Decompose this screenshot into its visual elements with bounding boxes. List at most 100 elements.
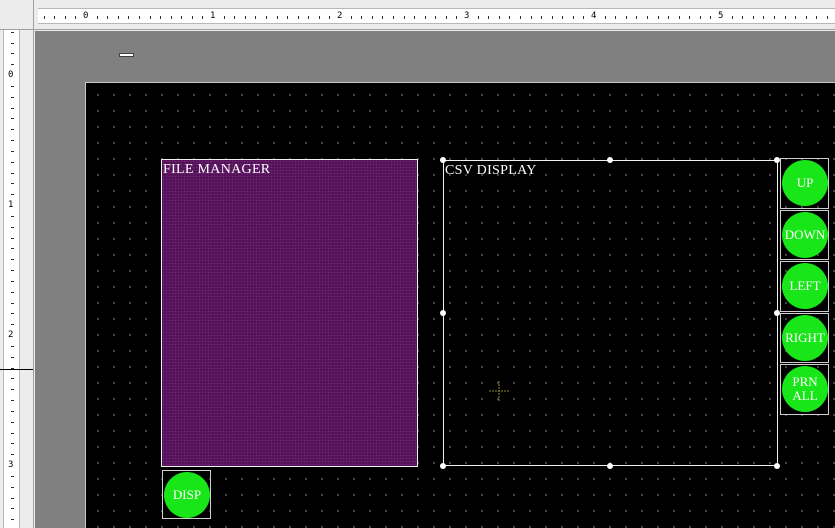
ruler-tick	[11, 410, 14, 412]
resize-handle-sw[interactable]	[440, 463, 446, 469]
down-button[interactable]: DOWN	[782, 212, 828, 258]
ruler-tick	[752, 16, 754, 19]
ruler-tick	[519, 16, 521, 19]
ruler-top-label: 3	[464, 11, 470, 21]
ruler-tick	[138, 16, 140, 19]
ruler-tick	[11, 313, 14, 315]
resize-handle-nw[interactable]	[440, 157, 446, 163]
ruler-tick	[731, 16, 733, 19]
ruler-tick	[498, 16, 500, 19]
ruler-top[interactable]: 0 1 2 3 4 5	[34, 0, 835, 30]
ruler-tick	[11, 454, 14, 456]
ruler-tick	[11, 508, 14, 510]
ruler-tick	[784, 16, 786, 19]
ruler-tick	[11, 42, 14, 44]
ruler-tick	[646, 16, 648, 19]
ruler-tick	[710, 16, 712, 19]
ruler-corner	[0, 0, 34, 30]
ruler-tick	[456, 16, 458, 19]
editor-workspace[interactable]: FILE MANAGER CSV DISPLAY UP DOWN LEFT RI…	[35, 31, 835, 528]
ruler-tick	[318, 16, 320, 19]
screen-canvas[interactable]: FILE MANAGER CSV DISPLAY UP DOWN LEFT RI…	[85, 82, 835, 528]
ruler-left-label: 0	[8, 70, 14, 80]
ruler-tick	[11, 118, 14, 120]
up-button[interactable]: UP	[782, 160, 828, 206]
ruler-tick	[308, 16, 310, 19]
ruler-tick	[107, 16, 109, 19]
resize-handle-se[interactable]	[774, 463, 780, 469]
ruler-tick	[11, 150, 14, 152]
ruler-tick	[657, 16, 659, 19]
ruler-tick	[668, 16, 670, 19]
ruler-tick	[11, 215, 14, 217]
ruler-left-label: 3	[8, 460, 14, 470]
ruler-tick	[11, 259, 14, 261]
ruler-tick	[11, 356, 14, 358]
print-all-button[interactable]: PRN ALL	[782, 366, 828, 412]
ruler-tick	[160, 16, 162, 19]
ruler-tick	[11, 475, 14, 477]
down-button-frame: DOWN	[780, 210, 829, 260]
ruler-tick	[128, 16, 130, 19]
resize-handle-w[interactable]	[440, 310, 446, 316]
left-button-frame: LEFT	[780, 261, 829, 312]
file-manager-panel[interactable]: FILE MANAGER	[161, 159, 418, 467]
ruler-tick	[435, 16, 437, 19]
ruler-tick	[149, 16, 151, 19]
ruler-tick	[509, 16, 511, 19]
minimize-marker-icon	[119, 53, 134, 57]
ruler-tick	[562, 16, 564, 19]
left-button[interactable]: LEFT	[782, 263, 828, 309]
ruler-tick	[11, 161, 14, 163]
ruler-tick	[541, 16, 543, 19]
ruler-top-label: 4	[591, 11, 597, 21]
ruler-tick	[11, 85, 14, 87]
right-button[interactable]: RIGHT	[782, 315, 828, 361]
ruler-tick	[11, 497, 14, 499]
ruler-tick	[382, 16, 384, 19]
ruler-tick	[170, 16, 172, 19]
ruler-tick	[551, 16, 553, 19]
ruler-tick	[11, 226, 14, 228]
ruler-left[interactable]: 0 1 2 3	[0, 30, 34, 528]
ruler-tick	[11, 248, 14, 250]
ruler-cursor-marker	[0, 369, 33, 370]
ruler-tick	[181, 16, 183, 19]
disp-button[interactable]: DISP	[164, 472, 210, 518]
ruler-tick	[604, 16, 606, 19]
disp-button-frame: DISP	[162, 470, 211, 519]
ruler-tick	[255, 16, 257, 19]
ruler-tick	[11, 53, 14, 55]
ruler-tick	[699, 16, 701, 19]
ruler-tick	[636, 16, 638, 19]
resize-handle-s[interactable]	[607, 463, 613, 469]
ruler-tick	[244, 16, 246, 19]
ruler-tick	[276, 16, 278, 19]
ruler-tick	[64, 16, 66, 19]
ruler-tick	[11, 183, 14, 185]
right-button-frame: RIGHT	[780, 313, 829, 363]
ruler-tick	[234, 16, 236, 19]
ruler-tick	[202, 16, 204, 19]
ruler-tick	[403, 16, 405, 19]
ruler-tick	[11, 280, 14, 282]
ruler-tick	[392, 16, 394, 19]
ruler-tick	[11, 194, 14, 196]
ruler-top-label: 0	[83, 11, 89, 21]
ruler-tick	[11, 324, 14, 326]
resize-handle-n[interactable]	[607, 157, 613, 163]
ruler-tick	[572, 16, 574, 19]
print-all-label-line2: ALL	[792, 388, 818, 403]
ruler-tick	[805, 16, 807, 19]
csv-display-panel[interactable]: CSV DISPLAY	[440, 157, 780, 469]
ruler-tick	[265, 16, 267, 19]
ruler-left-label: 1	[8, 200, 14, 210]
ruler-tick	[488, 16, 490, 19]
ruler-tick	[11, 31, 14, 33]
ruler-tick	[773, 16, 775, 19]
ruler-tick	[583, 16, 585, 19]
ruler-tick	[287, 16, 289, 19]
ruler-tick	[11, 140, 14, 141]
ruler-tick	[816, 16, 818, 19]
ruler-tick	[329, 16, 331, 19]
